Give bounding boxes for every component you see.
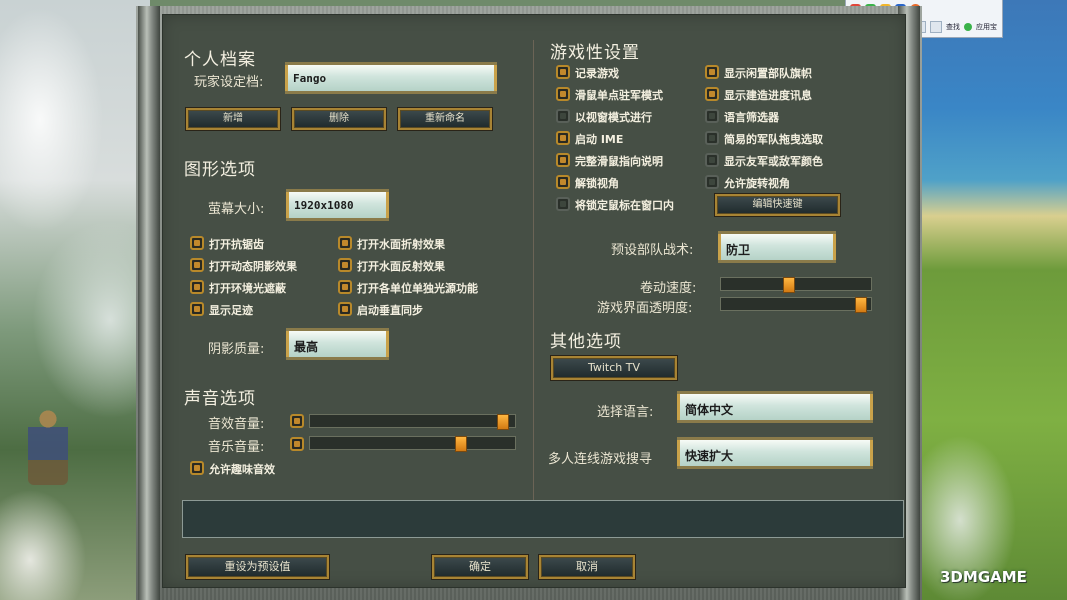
description-box — [182, 500, 904, 538]
scroll-speed-label: 卷动速度: — [640, 281, 697, 296]
option-checkbox[interactable] — [705, 65, 719, 79]
music-volume-label: 音乐音量: — [208, 440, 265, 455]
column-divider — [533, 40, 534, 500]
option-checkbox[interactable] — [556, 175, 570, 189]
option-label: 解锁视角 — [575, 177, 619, 190]
rename-profile-button[interactable]: 重新命名 — [398, 108, 492, 130]
option-checkbox[interactable] — [338, 302, 352, 316]
resolution-field[interactable]: 1920x1080 — [286, 189, 389, 221]
music-volume-slider[interactable] — [309, 436, 516, 452]
ui-opacity-slider[interactable] — [720, 297, 872, 313]
resolution-label: 萤幕大小: — [208, 202, 265, 217]
option-label: 完整滑鼠指向说明 — [575, 155, 663, 168]
option-label: 打开抗锯齿 — [209, 238, 264, 251]
edit-hotkeys-button[interactable]: 编辑快速键 — [715, 194, 840, 216]
watermark-logo: 3DMGAME — [940, 568, 1027, 586]
multiplayer-search-label: 多人连线游戏搜寻 — [548, 452, 653, 467]
option-label: 将锁定鼠标在窗口内 — [575, 199, 674, 212]
ok-button[interactable]: 确定 — [432, 555, 528, 579]
ui-opacity-label: 游戏界面透明度: — [597, 301, 693, 316]
default-tactic-field[interactable]: 防卫 — [718, 231, 836, 263]
option-checkbox[interactable] — [705, 153, 719, 167]
default-tactic-label: 预设部队战术: — [611, 243, 694, 258]
option-label: 打开各单位单独光源功能 — [357, 282, 478, 295]
player-profile-field[interactable]: Fango — [285, 62, 497, 94]
twitch-tv-button[interactable]: Twitch TV — [551, 356, 677, 380]
sfx-volume-label: 音效音量: — [208, 417, 265, 432]
option-label: 显示友军或敌军颜色 — [724, 155, 823, 168]
option-checkbox[interactable] — [190, 302, 204, 316]
option-checkbox[interactable] — [556, 65, 570, 79]
option-checkbox[interactable] — [556, 131, 570, 145]
language-field[interactable]: 简体中文 — [677, 391, 873, 423]
slider-thumb[interactable] — [855, 297, 867, 313]
option-checkbox[interactable] — [556, 153, 570, 167]
slider-thumb[interactable] — [783, 277, 795, 293]
shadow-quality-label: 阴影质量: — [208, 342, 265, 357]
option-checkbox[interactable] — [338, 258, 352, 272]
option-checkbox[interactable] — [190, 236, 204, 250]
option-checkbox[interactable] — [556, 109, 570, 123]
option-label: 打开水面折射效果 — [357, 238, 445, 251]
option-label: 允许旋转视角 — [724, 177, 790, 190]
appstore-label[interactable]: 应用宝 — [976, 22, 997, 32]
option-checkbox[interactable] — [338, 280, 352, 294]
cancel-button[interactable]: 取消 — [539, 555, 635, 579]
search-icon[interactable] — [930, 21, 942, 33]
option-checkbox[interactable] — [705, 175, 719, 189]
graphics-title: 图形选项 — [184, 160, 256, 180]
option-checkbox[interactable] — [705, 109, 719, 123]
option-label: 启动垂直同步 — [357, 304, 423, 317]
warrior-figure — [28, 405, 68, 485]
slider-thumb[interactable] — [497, 414, 509, 430]
option-label: 显示闲置部队旗帜 — [724, 67, 812, 80]
option-checkbox[interactable] — [556, 197, 570, 211]
option-label: 启动 IME — [575, 133, 624, 146]
option-checkbox[interactable] — [338, 236, 352, 250]
option-label: 滑鼠单点驻军模式 — [575, 89, 663, 102]
option-label: 简易的军队拖曳选取 — [724, 133, 823, 146]
frame-post-left — [138, 6, 160, 600]
option-label: 打开动态阴影效果 — [209, 260, 297, 273]
background-left-scenery — [0, 0, 150, 600]
reset-defaults-button[interactable]: 重设为预设值 — [186, 555, 329, 579]
option-checkbox[interactable] — [705, 87, 719, 101]
multiplayer-search-field[interactable]: 快速扩大 — [677, 437, 873, 469]
slider-thumb[interactable] — [455, 436, 467, 452]
player-profile-label: 玩家设定档: — [194, 75, 264, 90]
language-label: 选择语言: — [597, 405, 654, 420]
option-checkbox[interactable] — [190, 280, 204, 294]
scroll-speed-slider[interactable] — [720, 277, 872, 293]
fun-sound-label: 允许趣味音效 — [209, 463, 275, 476]
option-checkbox[interactable] — [190, 258, 204, 272]
music-toggle[interactable] — [290, 437, 304, 451]
option-label: 打开环境光遮蔽 — [209, 282, 286, 295]
sfx-volume-slider[interactable] — [309, 414, 516, 430]
fun-sound-checkbox[interactable] — [190, 461, 204, 475]
sfx-toggle[interactable] — [290, 414, 304, 428]
option-label: 打开水面反射效果 — [357, 260, 445, 273]
delete-profile-button[interactable]: 删除 — [292, 108, 386, 130]
search-label[interactable]: 查找 — [946, 22, 960, 32]
gameplay-title: 游戏性设置 — [550, 43, 640, 63]
option-checkbox[interactable] — [556, 87, 570, 101]
option-checkbox[interactable] — [705, 131, 719, 145]
other-options-title: 其他选项 — [550, 332, 622, 352]
shadow-quality-field[interactable]: 最高 — [286, 328, 389, 360]
option-label: 以视窗模式进行 — [575, 111, 652, 124]
option-label: 显示建造进度讯息 — [724, 89, 812, 102]
profile-title: 个人档案 — [184, 50, 256, 70]
appstore-icon[interactable] — [964, 23, 972, 31]
background-right-scenery — [920, 0, 1067, 600]
new-profile-button[interactable]: 新增 — [186, 108, 280, 130]
option-label: 记录游戏 — [575, 67, 619, 80]
sound-title: 声音选项 — [184, 389, 256, 409]
option-label: 语言筛选器 — [724, 111, 779, 124]
option-label: 显示足迹 — [209, 304, 253, 317]
